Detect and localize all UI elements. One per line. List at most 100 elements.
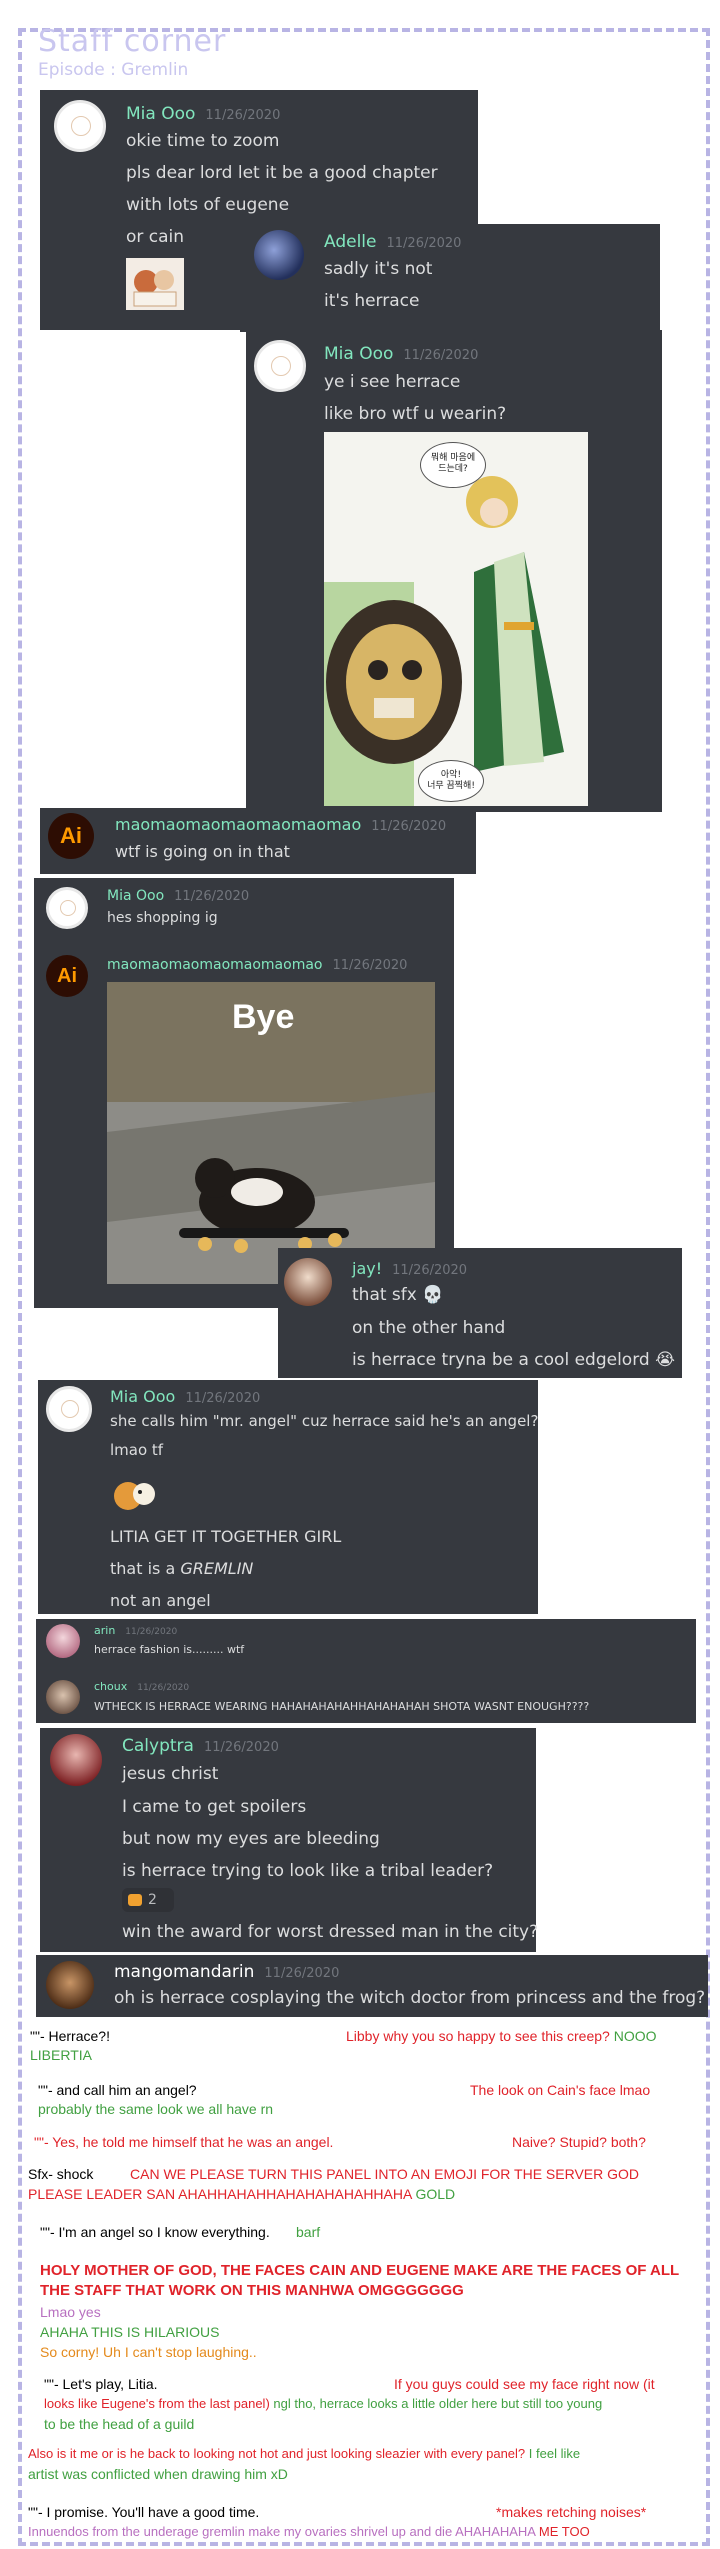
note-line: If you guys could see my face right now … [394, 2376, 655, 2392]
message-line: LITIA GET IT TOGETHER GIRL [110, 1527, 342, 1546]
message-line: on the other hand [352, 1318, 506, 1338]
timestamp: 11/26/2020 [185, 1391, 261, 1406]
avatar[interactable] [254, 230, 304, 280]
message-line: that sfx 💀 [352, 1285, 444, 1305]
note-line: AHAHA THIS IS HILARIOUS [40, 2324, 220, 2340]
timestamp: 11/26/2020 [205, 108, 281, 123]
note-line: ""- Let's play, Litia. [44, 2376, 158, 2392]
note-line: ""- and call him an angel? [38, 2082, 197, 2098]
timestamp: 11/26/2020 [386, 236, 462, 251]
note-line: *makes retching noises* [496, 2504, 647, 2520]
reaction-count: 2 [148, 1892, 157, 1908]
note-line: PLEASE LEADER SAN AHAHHAHAHHAHAHAHAHAHHA… [28, 2186, 456, 2202]
username[interactable]: Mia Ooo 11/26/2020 [324, 344, 478, 364]
note-line: CAN WE PLEASE TURN THIS PANEL INTO AN EM… [130, 2166, 640, 2182]
sticker-image[interactable] [126, 258, 184, 310]
message-line: not an angel [110, 1591, 211, 1610]
avatar[interactable] [46, 1624, 80, 1658]
message-line: like bro wtf u wearin? [324, 404, 507, 424]
image-caption: Bye [232, 998, 295, 1036]
note-line: probably the same look we all have rn [38, 2101, 274, 2117]
message-line: it's herrace [324, 291, 420, 311]
username[interactable]: mangomandarin 11/26/2020 [114, 1962, 339, 1982]
message-line: she calls him "mr. angel" cuz herrace sa… [110, 1412, 539, 1430]
message-line: that is a GREMLIN [110, 1559, 254, 1578]
note-line: Sfx- shock [28, 2166, 94, 2182]
note-line: artist was conflicted when drawing him x… [28, 2466, 288, 2482]
avatar[interactable] [46, 1386, 92, 1432]
username[interactable]: Mia Ooo 11/26/2020 [126, 104, 280, 124]
message-line: wtf is going on in that [115, 842, 290, 861]
note-line: looks like Eugene's from the last panel)… [44, 2396, 603, 2411]
note-line: HOLY MOTHER OF GOD, THE FACES CAIN AND E… [40, 2262, 680, 2279]
timestamp: 11/26/2020 [125, 1627, 178, 1637]
message-line: jesus christ [122, 1764, 219, 1784]
message-line: pls dear lord let it be a good chapter [126, 163, 438, 183]
message-line: hes shopping ig [107, 910, 218, 926]
username[interactable]: Mia Ooo 11/26/2020 [110, 1387, 260, 1406]
username[interactable]: arin 11/26/2020 [94, 1624, 177, 1637]
reaction-emoji-icon [128, 1894, 142, 1906]
note-line: to be the head of a guild [44, 2416, 195, 2432]
timestamp: 11/26/2020 [174, 889, 250, 904]
message-line: ye i see herrace [324, 372, 461, 392]
message-line: sadly it's not [324, 259, 433, 279]
speech-bubble-top: 뭐해 마음에 드는데? [420, 442, 486, 488]
username[interactable]: jay! 11/26/2020 [352, 1259, 467, 1278]
message-line: herrace fashion is......... wtf [94, 1643, 245, 1656]
timestamp: 11/26/2020 [371, 819, 447, 834]
message-line: is herrace tryna be a cool edgelord 😭 [352, 1350, 675, 1370]
avatar[interactable] [46, 1680, 80, 1714]
message-line: win the award for worst dressed man in t… [122, 1922, 539, 1942]
timestamp: 11/26/2020 [264, 1966, 340, 1981]
message-line: I came to get spoilers [122, 1797, 307, 1817]
message-line: lmao tf [110, 1441, 164, 1459]
timestamp: 11/26/2020 [203, 1740, 279, 1755]
page-title: Staff corner [38, 24, 227, 59]
message-line: or cain [126, 227, 185, 247]
note-line: The look on Cain's face lmao [470, 2082, 651, 2098]
avatar[interactable] [50, 1734, 102, 1786]
note-line: Naive? Stupid? both? [512, 2134, 646, 2150]
note-line: Innuendos from the underage gremlin make… [28, 2524, 590, 2539]
username[interactable]: choux 11/26/2020 [94, 1680, 189, 1693]
manhwa-panel-image[interactable] [324, 432, 588, 806]
message-line: is herrace trying to look like a tribal … [122, 1861, 494, 1881]
note-line: ""- I promise. You'll have a good time. [28, 2504, 260, 2520]
username[interactable]: Adelle 11/26/2020 [324, 232, 461, 252]
avatar[interactable] [46, 887, 88, 929]
message-line: okie time to zoom [126, 131, 280, 151]
note-line: ""- I'm an angel so I know everything. [40, 2224, 270, 2240]
note-line: ""- Yes, he told me himself that he was … [34, 2134, 334, 2150]
avatar[interactable] [254, 340, 306, 392]
username[interactable]: maomaomaomaomaomaomao 11/26/2020 [107, 957, 407, 973]
username[interactable]: Calyptra 11/26/2020 [122, 1736, 279, 1756]
note-line: ""- Herrace?! [30, 2028, 110, 2044]
note-line: Libby why you so happy to see this creep… [346, 2028, 657, 2044]
note-line: barf [296, 2224, 321, 2240]
note-line: So corny! Uh I can't stop laughing.. [40, 2344, 257, 2360]
timestamp: 11/26/2020 [403, 348, 479, 363]
username[interactable]: Mia Ooo 11/26/2020 [107, 888, 249, 904]
reaction-badge[interactable]: 2 [122, 1888, 174, 1912]
note-line: THE STAFF THAT WORK ON THIS MANHWA OMGGG… [40, 2282, 464, 2299]
page-subtitle: Episode : Gremlin [38, 60, 189, 80]
avatar[interactable]: Ai [48, 813, 94, 859]
speech-bubble-bottom: 아악! 너무 끔찍해! [418, 760, 484, 802]
message-line: with lots of eugene [126, 195, 290, 215]
timestamp: 11/26/2020 [392, 1263, 468, 1278]
note-line: LIBERTIA [30, 2047, 92, 2063]
avatar[interactable] [46, 1961, 94, 2009]
note-line: Also is it me or is he back to looking n… [28, 2446, 581, 2461]
message-line: WTHECK IS HERRACE WEARING HAHAHAHAHAHHAH… [94, 1700, 590, 1713]
note-line: Lmao yes [40, 2304, 101, 2320]
message-line: oh is herrace cosplaying the witch docto… [114, 1988, 706, 2008]
username[interactable]: maomaomaomaomaomaomao 11/26/2020 [115, 815, 446, 834]
avatar[interactable]: Ai [46, 955, 88, 997]
avatar[interactable] [284, 1258, 332, 1306]
timestamp: 11/26/2020 [137, 1683, 190, 1693]
timestamp: 11/26/2020 [332, 958, 408, 973]
sticker-image[interactable] [110, 1474, 162, 1518]
message-line: but now my eyes are bleeding [122, 1829, 380, 1849]
avatar[interactable] [54, 100, 106, 152]
